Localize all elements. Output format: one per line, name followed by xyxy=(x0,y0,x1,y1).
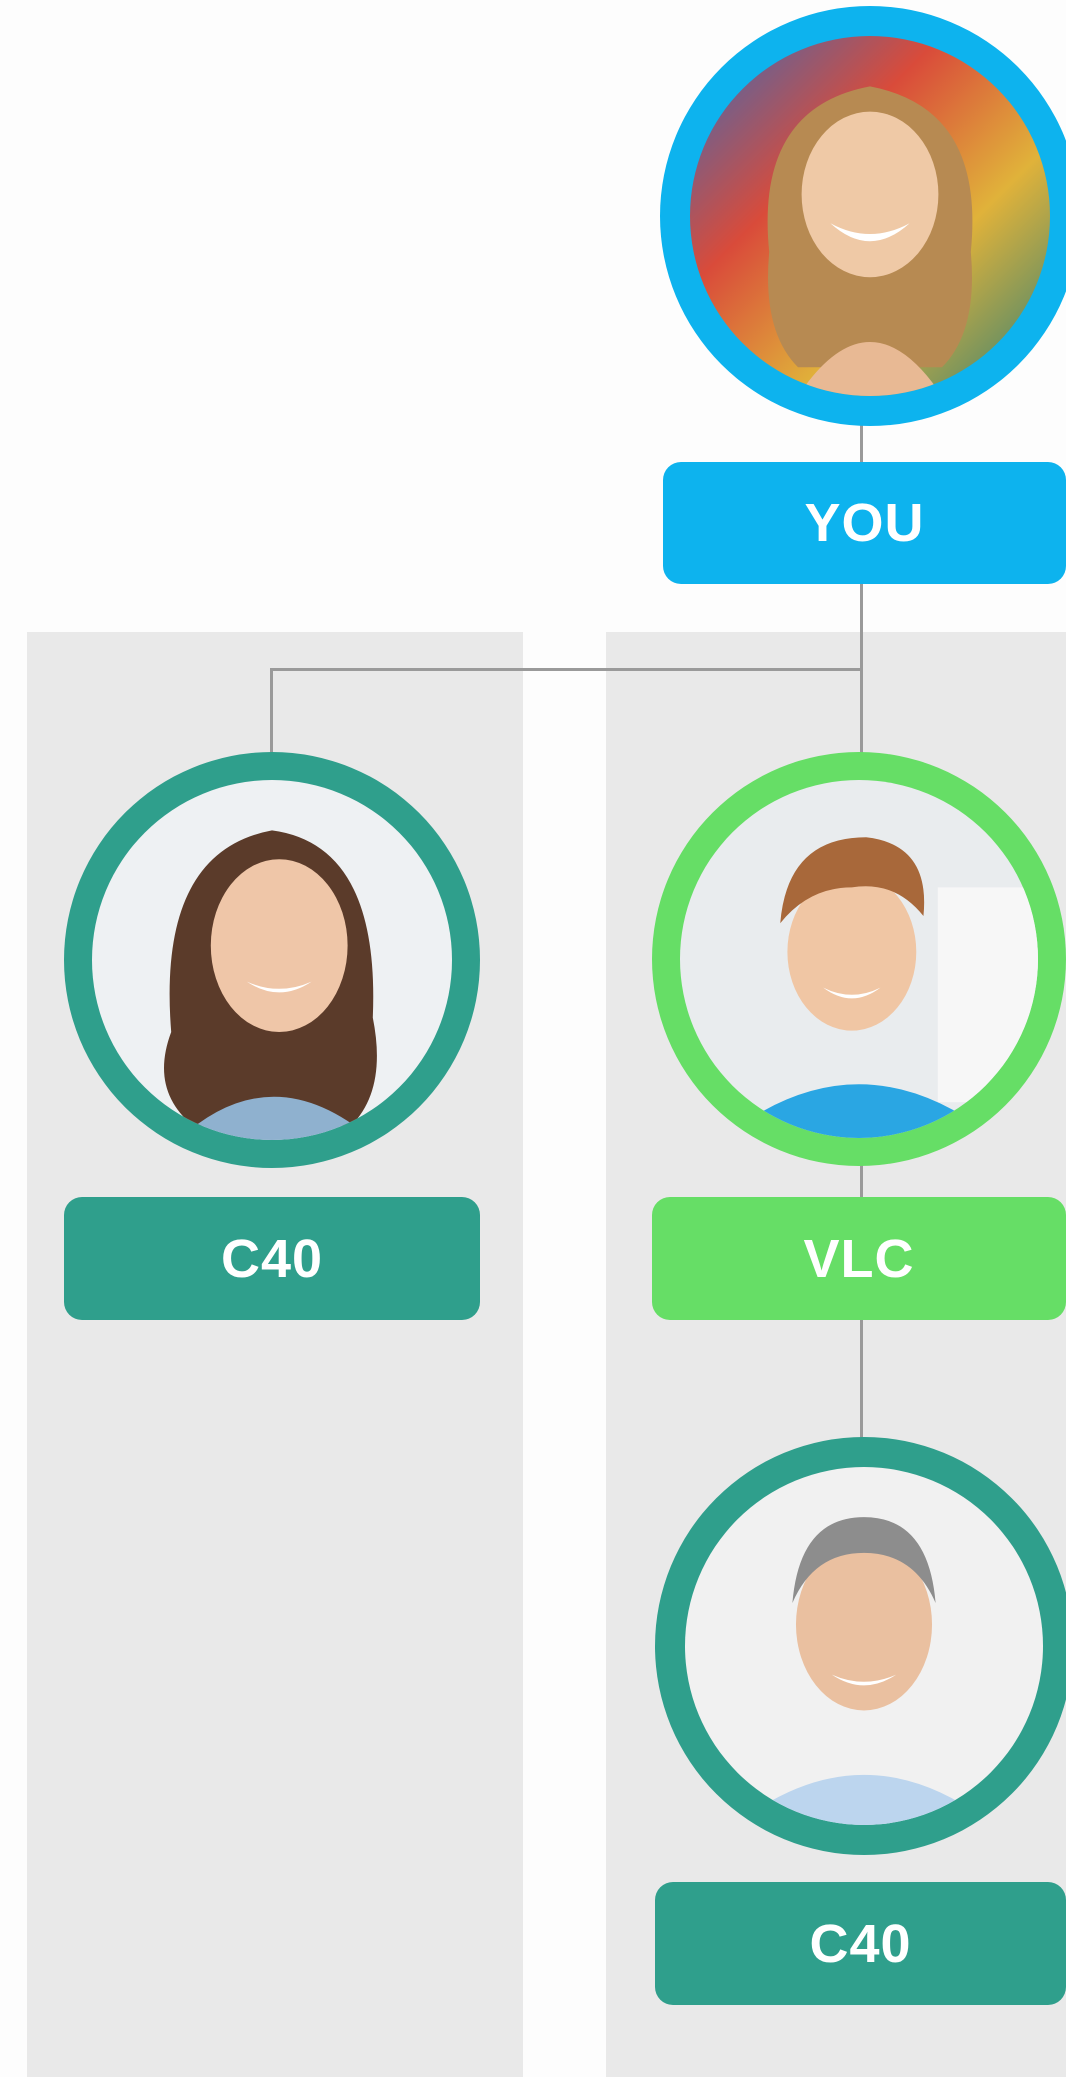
you-avatar[interactable] xyxy=(660,6,1066,426)
left-c40-label: C40 xyxy=(64,1197,480,1320)
you-label: YOU xyxy=(663,462,1066,584)
woman-brown-hair-icon xyxy=(92,780,452,1140)
woman-smiling-icon xyxy=(690,36,1050,396)
bottom-c40-label: C40 xyxy=(655,1882,1066,2005)
older-man-gray-hair-icon xyxy=(685,1467,1043,1825)
bottom-c40-avatar[interactable] xyxy=(655,1437,1066,1855)
vlc-avatar[interactable] xyxy=(652,752,1066,1166)
connector-left-drop xyxy=(270,668,273,754)
left-c40-avatar[interactable] xyxy=(64,752,480,1168)
vlc-label: VLC xyxy=(652,1197,1066,1320)
young-man-blue-shirt-icon xyxy=(680,780,1038,1138)
connector-horizontal xyxy=(270,668,863,671)
